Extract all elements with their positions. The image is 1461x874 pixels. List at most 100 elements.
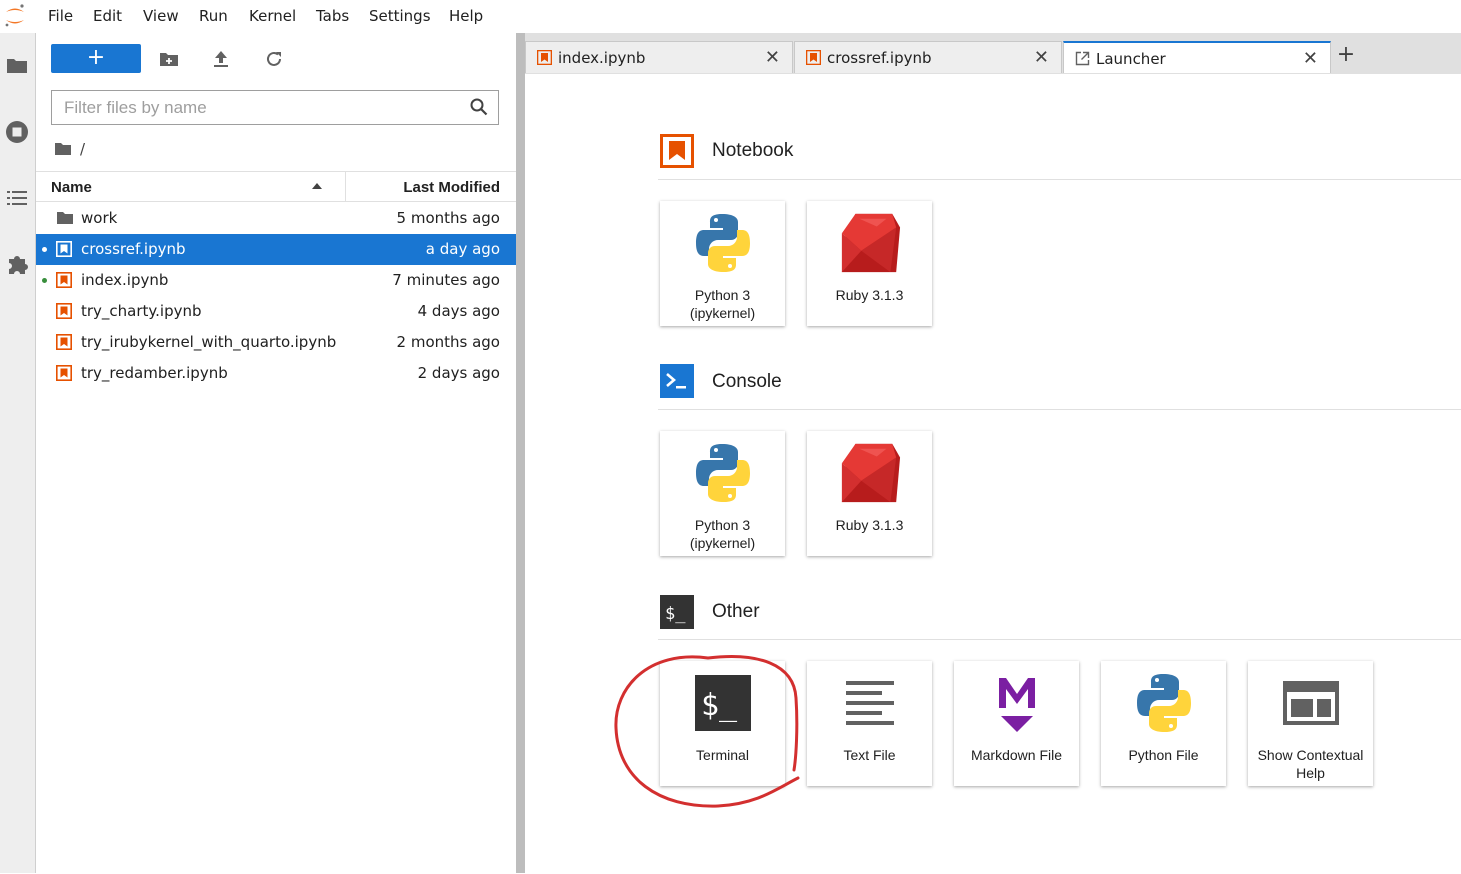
section-divider (658, 179, 1461, 180)
launcher-card-markdown-file[interactable]: Markdown File (954, 661, 1079, 786)
ruby-icon (838, 211, 902, 275)
launcher-icon (1075, 51, 1090, 66)
card-label: Ruby 3.1.3 (835, 517, 904, 533)
console-section-icon (660, 364, 694, 398)
file-row[interactable]: crossref.ipynb a day ago (36, 234, 516, 265)
card-label: Python 3 (ipykernel) (689, 287, 756, 321)
folder-icon[interactable] (5, 53, 29, 77)
new-launcher-button[interactable]: + (51, 44, 141, 73)
file-browser: + / Name Last Modified work 5 months ago c… (36, 33, 516, 873)
notebook-icon (56, 272, 72, 288)
running-indicator-dot (42, 278, 47, 283)
running-indicator-dot (42, 247, 47, 252)
notebook-icon (806, 50, 821, 65)
card-label: Show Contextual Help (1257, 747, 1364, 781)
launcher-card-text-file[interactable]: Text File (807, 661, 932, 786)
tab-label: crossref.ipynb (827, 49, 932, 67)
file-name: try_irubykernel_with_quarto.ipynb (81, 333, 337, 351)
jupyter-logo-icon (5, 4, 24, 27)
file-row[interactable]: try_charty.ipynb 4 days ago (36, 296, 516, 327)
breadcrumb: / (54, 139, 85, 159)
launcher-card-contextual-help[interactable]: Show Contextual Help (1248, 661, 1373, 786)
file-row[interactable]: try_irubykernel_with_quarto.ipynb 2 month… (36, 327, 516, 358)
tab-crossref-ipynb[interactable]: crossref.ipynb ✕ (794, 41, 1062, 73)
launcher-card-notebook-ruby[interactable]: Ruby 3.1.3 (807, 201, 932, 326)
menu-settings[interactable]: Settings (369, 7, 431, 25)
card-label: Text File (843, 747, 896, 763)
extensions-icon[interactable] (5, 252, 29, 276)
notebook-section-icon (660, 134, 694, 168)
svg-text:$_: $_ (701, 688, 738, 723)
section-divider (658, 639, 1461, 640)
home-folder-icon[interactable] (54, 142, 72, 156)
breadcrumb-root[interactable]: / (80, 140, 85, 158)
tab-label: Launcher (1096, 50, 1166, 68)
notebook-icon (537, 50, 552, 65)
menu-edit[interactable]: Edit (93, 7, 122, 25)
menu-kernel[interactable]: Kernel (249, 7, 296, 25)
other-section-icon: $_ (660, 595, 694, 629)
refresh-icon[interactable] (262, 47, 286, 71)
file-name: try_charty.ipynb (81, 302, 202, 320)
file-modified: 2 days ago (417, 364, 500, 382)
notebook-icon (56, 241, 72, 257)
file-name: try_redamber.ipynb (81, 364, 228, 382)
menu-tabs[interactable]: Tabs (316, 7, 349, 25)
file-name: index.ipynb (81, 271, 169, 289)
menu-view[interactable]: View (143, 7, 179, 25)
launcher-card-notebook-python[interactable]: Python 3 (ipykernel) (660, 201, 785, 326)
launcher-card-console-ruby[interactable]: Ruby 3.1.3 (807, 431, 932, 556)
file-list: work 5 months ago crossref.ipynb a day ago i… (36, 203, 516, 389)
tab-bar: index.ipynb ✕ crossref.ipynb ✕ Launcher … (525, 33, 1461, 74)
folder-icon (56, 210, 73, 226)
section-title-console: Console (712, 371, 782, 392)
menu-help[interactable]: Help (449, 7, 483, 25)
close-icon[interactable]: ✕ (1034, 47, 1049, 68)
column-modified-header[interactable]: Last Modified (403, 179, 500, 196)
card-label: Terminal (696, 747, 749, 763)
file-row[interactable]: work 5 months ago (36, 203, 516, 234)
tab-index-ipynb[interactable]: index.ipynb ✕ (525, 41, 793, 73)
filter-input[interactable] (52, 91, 474, 124)
file-name: work (81, 209, 118, 227)
filter-box (51, 90, 499, 125)
file-modified: a day ago (425, 240, 500, 258)
file-modified: 7 minutes ago (392, 271, 500, 289)
launcher-card-console-python[interactable]: Python 3 (ipykernel) (660, 431, 785, 556)
file-name: crossref.ipynb (81, 240, 186, 258)
toc-icon[interactable] (5, 186, 29, 210)
new-folder-icon[interactable] (157, 47, 181, 71)
card-label: Python File (1128, 747, 1199, 763)
menu-bar: File Edit View Run Kernel Tabs Settings … (0, 0, 1461, 33)
menu-run[interactable]: Run (199, 7, 228, 25)
close-icon[interactable]: ✕ (765, 47, 780, 68)
file-list-header: Name Last Modified (36, 171, 516, 202)
add-tab-button[interactable]: + (1331, 41, 1361, 71)
launcher-card-terminal[interactable]: $_ Terminal (660, 661, 785, 786)
file-modified: 2 months ago (396, 333, 500, 351)
python-icon (691, 441, 755, 505)
menu-file[interactable]: File (48, 7, 73, 25)
notebook-icon (56, 365, 72, 381)
column-divider[interactable] (345, 172, 346, 202)
launcher-card-python-file[interactable]: Python File (1101, 661, 1226, 786)
python-icon (1132, 671, 1196, 735)
card-label: Markdown File (970, 747, 1063, 763)
file-row[interactable]: try_redamber.ipynb 2 days ago (36, 358, 516, 389)
card-label: Python 3 (ipykernel) (689, 517, 756, 551)
file-row[interactable]: index.ipynb 7 minutes ago (36, 265, 516, 296)
tab-label: index.ipynb (558, 49, 646, 67)
card-label: Ruby 3.1.3 (835, 287, 904, 303)
running-icon[interactable] (5, 120, 29, 144)
python-icon (691, 211, 755, 275)
section-title-notebook: Notebook (712, 140, 794, 161)
column-name-header[interactable]: Name (51, 179, 92, 196)
sort-ascending-icon (312, 183, 322, 189)
tab-launcher[interactable]: Launcher ✕ (1063, 41, 1331, 74)
text-file-icon (838, 671, 902, 735)
section-title-other: Other (712, 601, 760, 622)
ruby-icon (838, 441, 902, 505)
panel-splitter[interactable] (516, 33, 525, 873)
close-icon[interactable]: ✕ (1303, 48, 1318, 69)
upload-icon[interactable] (209, 47, 233, 71)
